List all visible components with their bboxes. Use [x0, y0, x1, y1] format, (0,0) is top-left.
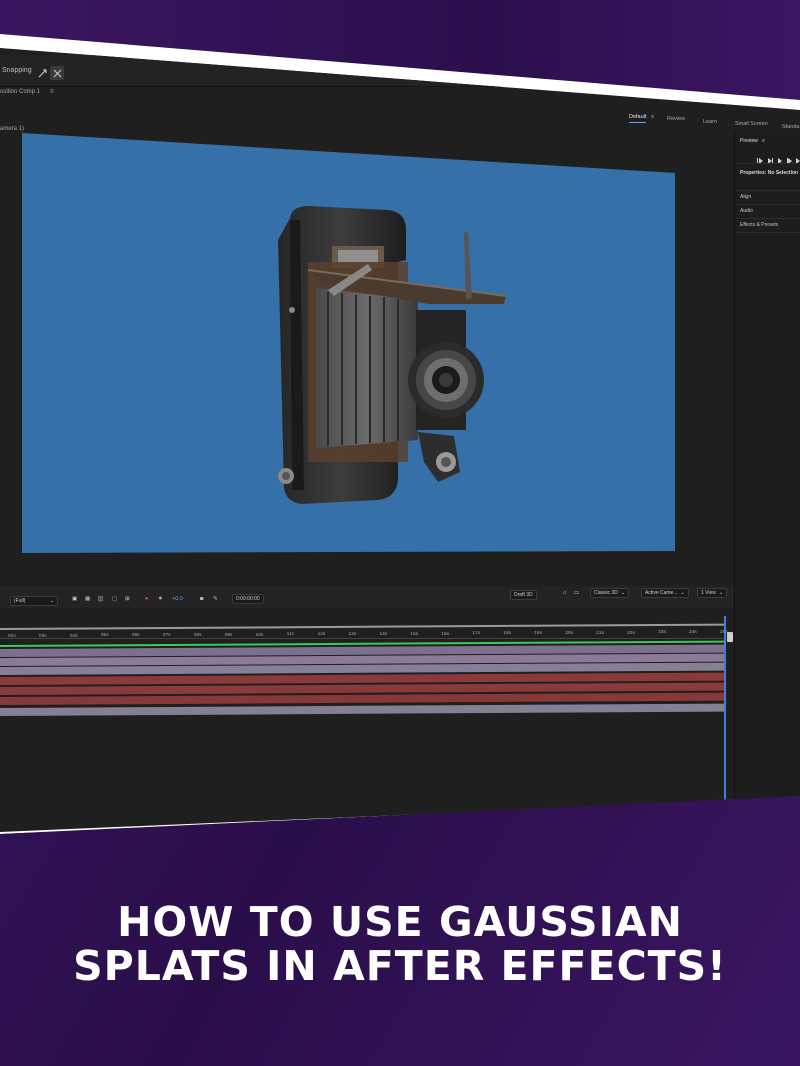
chevron-down-icon: ⌄	[718, 590, 724, 596]
workspace-default-menu-icon[interactable]: ≡	[651, 114, 654, 120]
ruler-tick-label: 21s	[596, 630, 604, 636]
ruler-tick-label: 22s	[627, 630, 635, 636]
3d-ground-plane-icon[interactable]: ⌂	[563, 590, 566, 596]
ruler-baseline	[0, 638, 726, 639]
preview-panel-title[interactable]: Preview	[740, 138, 758, 144]
guides-icon[interactable]: ▢	[112, 596, 117, 602]
view-layout-dropdown[interactable]: 1 View ⌄	[697, 588, 728, 598]
audio-panel[interactable]: Audio	[740, 208, 753, 214]
ruler-tick-label: 16s	[441, 631, 450, 637]
ruler-tick-label: 19s	[534, 631, 542, 637]
divider	[736, 163, 800, 164]
ruler-tick-label: 11s	[286, 632, 294, 638]
ruler-tick-label: 17s	[472, 631, 481, 637]
divider	[736, 218, 800, 219]
ruler-tick-label: 23s	[658, 630, 666, 636]
expand-icon[interactable]	[50, 66, 64, 80]
workspace-default[interactable]: Default	[629, 114, 647, 123]
active-camera-value: Active Came...	[645, 590, 678, 596]
resolution-value: (Full)	[14, 598, 26, 604]
divider	[736, 232, 800, 233]
mask-visibility-icon[interactable]: ◫	[98, 596, 104, 602]
color-management-icon[interactable]: ✷	[158, 596, 163, 602]
properties-title: Properties: No Selection	[740, 170, 799, 176]
headline: HOW TO USE GAUSSIAN SPLATS IN AFTER EFFE…	[0, 900, 800, 988]
ruler-tick-label: 10s	[255, 632, 264, 638]
region-of-interest-icon[interactable]: ▣	[72, 596, 77, 602]
ruler-tick-label: 18s	[503, 631, 512, 637]
chevron-down-icon: ⌄	[49, 598, 54, 604]
headline-line-1: HOW TO USE GAUSSIAN	[117, 898, 683, 946]
grid-icon[interactable]: ⊞	[125, 596, 130, 602]
align-panel[interactable]: Align	[740, 194, 751, 200]
viewer-camera-label: amera 1)	[0, 126, 25, 132]
divider	[736, 204, 800, 205]
draft-3d-toggle[interactable]: Draft 3D	[510, 590, 537, 600]
show-snapshot-icon[interactable]: ✎	[213, 596, 218, 602]
timeline-scroll-handle[interactable]	[727, 632, 733, 642]
view-layout-value: 1 View	[701, 590, 716, 596]
exposure-value[interactable]: +0.0	[172, 596, 183, 602]
transparency-grid-icon[interactable]: ▦	[85, 596, 90, 602]
workspace-learn[interactable]: Learn	[703, 119, 717, 125]
renderer-value: Classic 3D	[594, 590, 618, 596]
ruler-tick-label: 24s	[689, 630, 697, 636]
headline-line-2: SPLATS IN AFTER EFFECTS!	[73, 942, 727, 990]
composition-tab[interactable]: osition Comp 1	[0, 89, 40, 95]
ruler-tick-label: 15s	[410, 631, 419, 637]
divider	[736, 190, 800, 191]
workspace-small-screen[interactable]: Small Screen	[735, 121, 768, 127]
composition-tab-menu-icon[interactable]: ≡	[50, 89, 54, 95]
color-channels-icon[interactable]: ●	[145, 596, 148, 602]
playhead[interactable]	[724, 616, 726, 816]
thumbnail: Snapping osition Comp 1 ≡ amera 1) Defau…	[0, 0, 800, 1066]
ruler-tick-label: 13s	[348, 632, 357, 638]
chevron-down-icon: ⌄	[620, 590, 626, 596]
preview-menu-icon[interactable]: ≡	[762, 138, 765, 144]
folding-camera-splat	[268, 200, 513, 510]
preview-controls	[756, 152, 800, 164]
ruler-tick-label: 12s	[317, 632, 326, 638]
extended-viewer-icon[interactable]: ▭	[574, 590, 579, 596]
timecode-field[interactable]: 0:00:00:00	[232, 594, 264, 604]
ruler-tick-label: 14s	[379, 631, 388, 637]
effects-presets-panel[interactable]: Effects & Presets	[740, 222, 778, 228]
chevron-down-icon: ⌄	[680, 590, 685, 596]
active-camera-dropdown[interactable]: Active Came... ⌄	[641, 588, 689, 598]
resolution-dropdown[interactable]: (Full) ⌄	[10, 596, 58, 606]
snap-options-icon[interactable]	[35, 66, 49, 80]
workspace-review[interactable]: Review	[667, 116, 685, 122]
ruler-tick-label: 20s	[565, 630, 573, 636]
snapping-label[interactable]: Snapping	[2, 67, 32, 74]
renderer-dropdown[interactable]: Classic 3D ⌄	[590, 588, 630, 598]
snapshot-icon[interactable]: ◙	[200, 596, 203, 602]
